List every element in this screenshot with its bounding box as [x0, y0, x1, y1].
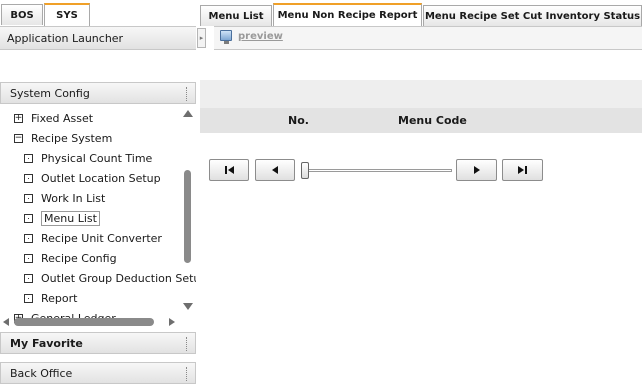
tree-item-label: Recipe Unit Converter — [41, 231, 162, 245]
monitor-icon[interactable] — [220, 30, 232, 44]
application-launcher-header: Application Launcher — [0, 26, 196, 50]
tree-item-label: Outlet Location Setup — [41, 171, 161, 185]
leaf-icon — [24, 253, 33, 263]
section-back-office[interactable]: Back Office — [0, 362, 196, 384]
tree-item-label: Outlet Group Deduction Setu — [41, 271, 196, 285]
tree-item-outlet-location-setup[interactable]: Outlet Location Setup — [24, 170, 161, 186]
tree-item-recipe-system[interactable]: − Recipe System — [14, 130, 112, 146]
prev-page-button[interactable] — [255, 159, 295, 181]
column-header-no[interactable]: No. — [288, 114, 309, 127]
tab-bos-label: BOS — [10, 9, 34, 21]
tab-menu-recipe-set-cut-inventory-status[interactable]: Menu Recipe Set Cut Inventory Status — [423, 5, 642, 26]
tree-item-label: Fixed Asset — [31, 111, 94, 125]
tree-item-label: Menu List — [41, 210, 100, 226]
scroll-up-icon[interactable] — [183, 110, 193, 117]
splitter-collapse-handle[interactable]: ▸ — [197, 28, 206, 48]
section-system-config[interactable]: System Config — [0, 82, 196, 104]
last-page-icon — [518, 166, 527, 174]
preview-button[interactable]: preview — [238, 31, 283, 42]
tree-item-label: Work In List — [41, 191, 106, 205]
section-my-favorite[interactable]: My Favorite — [0, 332, 196, 354]
tree-item-report[interactable]: Report — [24, 290, 77, 306]
column-header-menu-code[interactable]: Menu Code — [398, 114, 467, 127]
tree-item-physical-count-time[interactable]: Physical Count Time — [24, 150, 152, 166]
last-page-button[interactable] — [502, 159, 543, 181]
page-slider-handle[interactable] — [301, 162, 309, 179]
tab-sys-label: SYS — [56, 10, 78, 21]
page-slider-track[interactable] — [305, 169, 452, 172]
tree-item-recipe-config[interactable]: Recipe Config — [24, 250, 117, 266]
grip-icon — [186, 367, 189, 381]
tree-item-outlet-group-deduction-setup[interactable]: Outlet Group Deduction Setu — [24, 270, 196, 286]
leaf-icon — [24, 273, 33, 283]
tab-label: Menu Non Recipe Report — [277, 10, 418, 21]
next-page-button[interactable] — [456, 159, 497, 181]
tree-item-label: Recipe Config — [41, 251, 117, 265]
grip-icon — [186, 87, 189, 101]
tree-item-label: Recipe System — [31, 131, 113, 145]
leaf-icon — [24, 213, 33, 223]
first-page-icon — [224, 166, 234, 174]
leaf-icon — [24, 173, 33, 183]
collapse-icon[interactable]: − — [14, 133, 23, 143]
grid-header: No. Menu Code — [200, 108, 642, 133]
section-back-office-label: Back Office — [10, 366, 73, 380]
first-page-button[interactable] — [209, 159, 249, 181]
tab-menu-list[interactable]: Menu List — [200, 5, 272, 26]
left-tab-bar: BOS SYS — [0, 0, 196, 26]
grid-top-band — [200, 80, 642, 108]
tab-sys[interactable]: SYS — [44, 3, 90, 26]
tree-item-fixed-asset[interactable]: + Fixed Asset — [14, 110, 93, 126]
scroll-down-icon[interactable] — [183, 303, 193, 310]
tab-bos[interactable]: BOS — [1, 4, 43, 25]
next-page-icon — [473, 166, 480, 174]
tree-item-menu-list[interactable]: Menu List — [24, 210, 100, 226]
tree-item-label: Physical Count Time — [41, 151, 153, 165]
scroll-left-icon[interactable] — [3, 318, 9, 326]
application-launcher-title: Application Launcher — [7, 31, 124, 45]
scroll-right-icon[interactable] — [169, 318, 175, 326]
leaf-icon — [24, 293, 33, 303]
tree-item-label: Report — [41, 291, 78, 305]
leaf-icon — [24, 193, 33, 203]
grip-icon — [186, 337, 189, 351]
tree-item-work-in-list[interactable]: Work In List — [24, 190, 105, 206]
tab-label: Menu List — [208, 10, 264, 22]
section-system-config-label: System Config — [10, 86, 90, 100]
tree-item-recipe-unit-converter[interactable]: Recipe Unit Converter — [24, 230, 162, 246]
leaf-icon — [24, 233, 33, 243]
tab-label: Menu Recipe Set Cut Inventory Status — [424, 10, 641, 22]
expand-icon[interactable]: + — [14, 113, 23, 123]
system-config-tree: + Fixed Asset − Recipe System Physical C… — [0, 106, 196, 330]
tab-menu-non-recipe-report[interactable]: Menu Non Recipe Report — [273, 3, 422, 26]
section-my-favorite-label: My Favorite — [10, 336, 83, 350]
leaf-icon — [24, 153, 33, 163]
horizontal-scrollbar-thumb[interactable] — [14, 318, 154, 326]
vertical-scrollbar-thumb[interactable] — [184, 170, 191, 263]
prev-page-icon — [272, 166, 278, 174]
